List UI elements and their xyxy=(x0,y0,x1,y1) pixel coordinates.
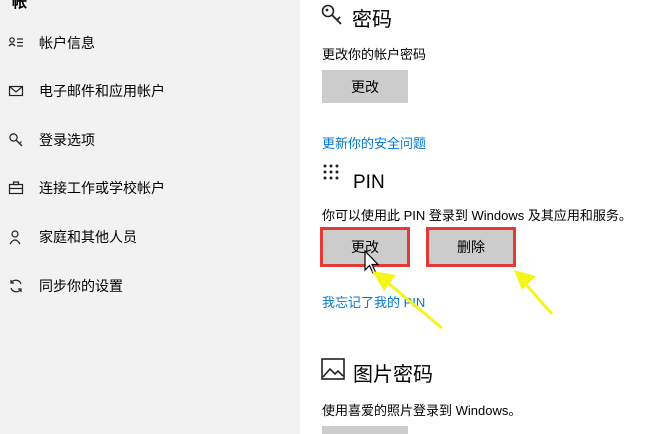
annotation-arrow-right xyxy=(500,262,560,322)
password-change-button[interactable]: 更改 xyxy=(322,70,408,103)
sidebar-item-label: 帐户信息 xyxy=(39,35,95,51)
key-icon xyxy=(320,3,344,27)
picture-password-add-button[interactable] xyxy=(322,426,408,434)
sidebar-item-sync[interactable]: 同步你的设置 xyxy=(0,266,300,306)
sidebar-item-label: 电子邮件和应用帐户 xyxy=(39,83,165,99)
briefcase-icon xyxy=(8,180,24,196)
sidebar-item-work-school[interactable]: 连接工作或学校帐户 xyxy=(0,168,300,208)
sidebar-item-label: 家庭和其他人员 xyxy=(39,229,137,245)
account-info-icon xyxy=(8,35,24,51)
pin-remove-button[interactable]: 删除 xyxy=(429,230,513,264)
sync-icon xyxy=(8,278,24,294)
signin-options-content: 密码 更改你的帐户密码 更改 更新你的安全问题 PIN 你可以使用此 PIN 登… xyxy=(300,0,650,434)
sidebar-item-label: 登录选项 xyxy=(39,132,95,148)
sidebar-item-account-info[interactable]: 帐户信息 xyxy=(0,23,300,63)
sidebar-item-label: 同步你的设置 xyxy=(39,278,123,294)
picture-password-section-title: 图片密码 xyxy=(353,364,433,386)
sidebar-header: 帐 xyxy=(12,0,28,11)
password-section-title: 密码 xyxy=(352,9,392,31)
settings-sidebar: 帐 帐户信息 电子邮件和应用帐户 登录选项 连接工作或学校帐户 家庭和其他人员 xyxy=(0,0,300,434)
picture-password-description: 使用喜爱的照片登录到 Windows。 xyxy=(322,403,522,418)
person-icon xyxy=(8,229,24,245)
key-icon xyxy=(8,132,24,148)
mail-icon xyxy=(8,83,24,99)
password-description: 更改你的帐户密码 xyxy=(322,47,427,62)
picture-icon xyxy=(321,358,345,380)
sidebar-item-label: 连接工作或学校帐户 xyxy=(39,180,165,196)
update-security-questions-link[interactable]: 更新你的安全问题 xyxy=(322,133,426,152)
pin-keypad-icon xyxy=(322,163,342,183)
sidebar-item-email-accounts[interactable]: 电子邮件和应用帐户 xyxy=(0,71,300,111)
annotation-arrow-left xyxy=(362,268,462,338)
sidebar-item-signin-options[interactable]: 登录选项 xyxy=(0,120,300,160)
pin-section-title: PIN xyxy=(353,172,385,193)
pin-description: 你可以使用此 PIN 登录到 Windows 及其应用和服务。 xyxy=(322,208,632,223)
sidebar-item-family[interactable]: 家庭和其他人员 xyxy=(0,217,300,257)
